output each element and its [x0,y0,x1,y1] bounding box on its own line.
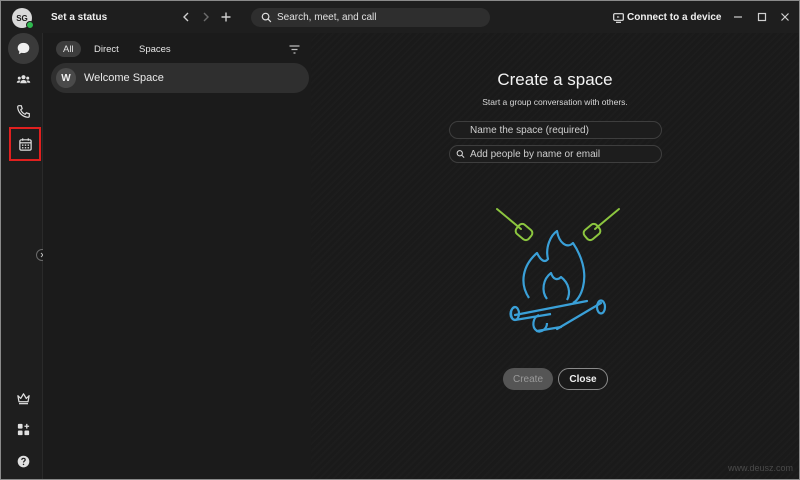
search-icon [261,12,272,23]
plus-icon[interactable] [218,9,234,25]
top-bar: SG Set a status Search, meet, and call C… [1,1,799,33]
search-placeholder: Search, meet, and call [277,12,377,23]
campfire-illustration [496,208,620,333]
create-button[interactable]: Create [503,368,553,390]
add-people-field[interactable] [449,145,662,163]
filter-icon[interactable] [287,42,301,56]
close-window-icon[interactable] [778,10,792,24]
set-status-link[interactable]: Set a status [51,12,107,23]
space-name-field[interactable] [449,121,662,139]
upgrade-crown-icon[interactable] [8,383,39,414]
list-item[interactable]: W Welcome Space [51,63,309,93]
connect-device-button[interactable]: Connect to a device [613,12,721,23]
user-avatar[interactable]: SG [12,8,34,29]
watermark: www.deusz.com [728,463,794,473]
space-avatar: W [56,68,76,88]
space-name: Welcome Space [84,72,164,84]
help-icon[interactable] [8,446,39,477]
apps-icon[interactable] [8,414,39,445]
connect-label: Connect to a device [627,12,722,23]
page-title: Create a space [497,70,613,89]
app-window: SG Set a status Search, meet, and call C… [0,0,800,480]
search-bar[interactable]: Search, meet, and call [251,8,490,27]
filter-tab-all[interactable]: All [56,41,81,57]
add-people-input[interactable] [470,148,661,160]
filter-tab-spaces[interactable]: Spaces [132,41,178,57]
space-name-input[interactable] [470,124,661,136]
teams-icon[interactable] [8,64,39,95]
device-icon [613,12,624,23]
filter-tab-direct[interactable]: Direct [87,41,126,57]
back-chevron-icon[interactable] [178,9,194,25]
forward-chevron-icon[interactable] [198,9,214,25]
page-subtitle: Start a group conversation with others. [482,97,628,107]
calling-icon[interactable] [8,96,39,127]
create-space-panel: Create a space Start a group conversatio… [311,33,799,479]
presence-dot [26,21,34,29]
spaces-list-panel: All Direct Spaces W Welcome Space [43,33,311,479]
search-icon [456,150,465,158]
close-button[interactable]: Close [558,368,608,390]
messaging-icon[interactable] [8,33,39,64]
maximize-icon[interactable] [755,10,769,24]
meetings-calendar-icon[interactable] [9,127,41,161]
minimize-icon[interactable] [731,10,745,24]
